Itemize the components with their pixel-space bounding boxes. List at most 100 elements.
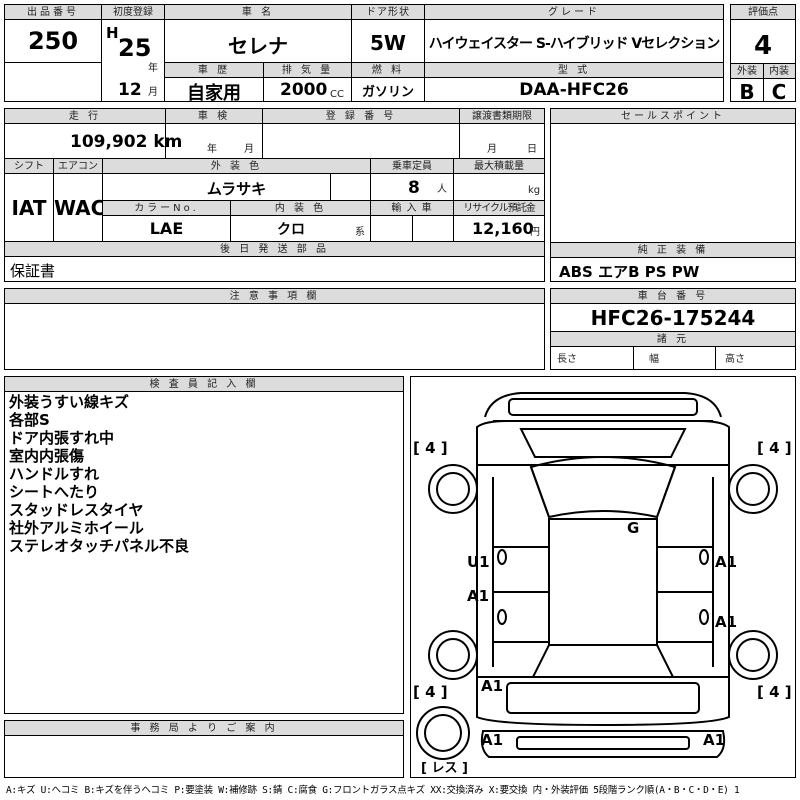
- width-label: 幅: [649, 354, 659, 365]
- intcolor-unit: 系: [355, 227, 365, 238]
- reg-label: 初度登録: [102, 5, 164, 20]
- equip-label: 純 正 装 備: [551, 243, 795, 258]
- disp-unit: CC: [330, 89, 344, 100]
- height-label: 高さ: [725, 354, 745, 365]
- transfer-month: 月: [487, 144, 497, 155]
- model: DAA-HFC26: [519, 80, 629, 100]
- car-name: セレナ: [228, 34, 288, 58]
- interior-color: クロ: [277, 222, 305, 238]
- int-label: 内装: [763, 64, 795, 79]
- recycle-unit: 円: [530, 227, 540, 238]
- office-box: 事 務 局 よ り ご 案 内: [4, 720, 404, 778]
- inspector-note: スタッドレスタイヤ: [9, 501, 144, 519]
- fuel: ガソリン: [361, 85, 414, 100]
- damage-windshield: G: [627, 519, 640, 537]
- docs: 保証書: [10, 262, 56, 280]
- shift: IAT: [11, 196, 47, 220]
- score: 4: [753, 31, 773, 61]
- reg-month-unit: 月: [148, 87, 158, 98]
- equipment: ABS エアB PS PW: [559, 263, 700, 281]
- legend-footer: A:キズ U:ヘコミ B:キズを伴うヘコミ P:要塗装 W:補修跡 S:錆 C:…: [6, 785, 740, 796]
- capacity-unit: 人: [437, 184, 447, 195]
- tire-front-left: [ 4 ]: [413, 439, 448, 457]
- notes-box: 注 意 事 項 欄: [4, 288, 545, 370]
- inspector-note: 各部S: [9, 411, 50, 429]
- score-cell: 評価点 4 外装 内装 B C: [730, 4, 796, 104]
- tire-front-right: [ 4 ]: [757, 439, 792, 457]
- inspector-note: ハンドルすれ: [9, 465, 100, 483]
- reg-era: H: [106, 24, 119, 42]
- disp-label: 排 気 量: [264, 63, 351, 78]
- insp-month: 月: [244, 144, 254, 155]
- ac-label: エアコン: [54, 159, 102, 174]
- tire-rear-right: [ 4 ]: [757, 683, 792, 701]
- lot-label: 出品番号: [5, 5, 101, 20]
- reg-month: 12: [118, 80, 142, 100]
- int-grade: C: [771, 80, 787, 104]
- spare-tire: [ レス ]: [421, 761, 468, 776]
- damage-rear-bumper-right: A1: [703, 731, 726, 749]
- damage-left-front-door: U1: [467, 553, 490, 571]
- transfer-day: 日: [527, 144, 537, 155]
- aircon: WAC: [54, 196, 106, 220]
- capacity: 8: [408, 178, 420, 198]
- fuel-label: 燃 料: [352, 63, 424, 78]
- import-label: 輸 入 車: [371, 201, 453, 216]
- score-label: 評価点: [731, 5, 795, 20]
- damage-right-rear-door: A1: [715, 613, 738, 631]
- chassis-box: 車 台 番 号 HFC26-175244 諸 元 長さ 幅 高さ: [550, 288, 796, 370]
- intcolor-label: 内 装 色: [231, 201, 370, 216]
- shift-label: シフト: [5, 159, 53, 174]
- door-label: ドア形状: [352, 5, 424, 20]
- sales-point-box: セールスポイント 純 正 装 備 ABS エアB PS PW: [550, 108, 796, 282]
- reg-year-unit: 年: [148, 63, 158, 74]
- inspector-note: 室内内張傷: [9, 447, 85, 465]
- spec-label: 諸 元: [551, 332, 795, 347]
- damage-left-rear-quarter: A1: [481, 677, 504, 695]
- car-diagram: [ 4 ] [ 4 ] [ 4 ] [ 4 ] [ レス ] G U1 A1 A…: [410, 376, 796, 778]
- door-type: 5W: [370, 31, 406, 55]
- damage-left-rear-door: A1: [467, 587, 490, 605]
- grade-label: グレード: [425, 5, 723, 20]
- inspector-note: 社外アルミホイール: [9, 519, 144, 537]
- color-label: 外 装 色: [103, 159, 370, 174]
- reg-year: 25: [118, 34, 152, 62]
- inspector-label: 検 査 員 記 入 欄: [5, 377, 403, 392]
- lot-cell: 出品番号 250: [4, 4, 102, 102]
- damage-right-front-door: A1: [715, 553, 738, 571]
- ext-label: 外装: [731, 64, 763, 79]
- history: 自家用: [187, 83, 241, 104]
- insp-year: 年: [207, 144, 217, 155]
- chassis-number: HFC26-175244: [590, 306, 756, 330]
- inspector-note: ステレオタッチパネル不良: [9, 537, 190, 555]
- regno-label: 登 録 番 号: [263, 109, 459, 124]
- docs-label: 後 日 発 送 部 品: [5, 242, 544, 257]
- damage-rear-bumper-left: A1: [481, 731, 504, 749]
- grade: ハイウェイスター S-ハイブリッド Vセレクション: [428, 36, 721, 52]
- recycle-label: リサイクル預託金: [454, 201, 544, 216]
- mileage-label: 走 行: [5, 109, 165, 124]
- length-label: 長さ: [557, 354, 577, 365]
- notes-label: 注 意 事 項 欄: [5, 289, 544, 304]
- chassis-label: 車 台 番 号: [551, 289, 795, 304]
- displacement: 2000: [280, 80, 328, 100]
- inspector-note: シートへたり: [9, 483, 100, 501]
- inspector-note: 外装うすい線キズ: [9, 393, 130, 411]
- office-label: 事 務 局 よ り ご 案 内: [5, 721, 403, 736]
- recycle-fee: 12,160: [472, 219, 534, 238]
- name-label: 車 名: [165, 5, 351, 20]
- lot-number: 250: [27, 27, 79, 55]
- load-unit: kg: [528, 185, 541, 196]
- history-label: 車 歴: [165, 63, 263, 78]
- sales-label: セールスポイント: [551, 109, 795, 124]
- transfer-label: 譲渡書類期限: [460, 109, 544, 124]
- colorno-label: カラーNo.: [103, 201, 230, 216]
- car-outline-diagram: [416, 392, 778, 760]
- capacity-label: 乗車定員: [371, 159, 453, 174]
- model-label: 型 式: [425, 63, 723, 78]
- load-label: 最大積載量: [454, 159, 544, 174]
- color-no: LAE: [149, 219, 184, 238]
- inspector-note: ドア内張すれ中: [9, 429, 115, 447]
- inspection-label: 車 検: [166, 109, 262, 124]
- ext-grade: B: [739, 80, 755, 104]
